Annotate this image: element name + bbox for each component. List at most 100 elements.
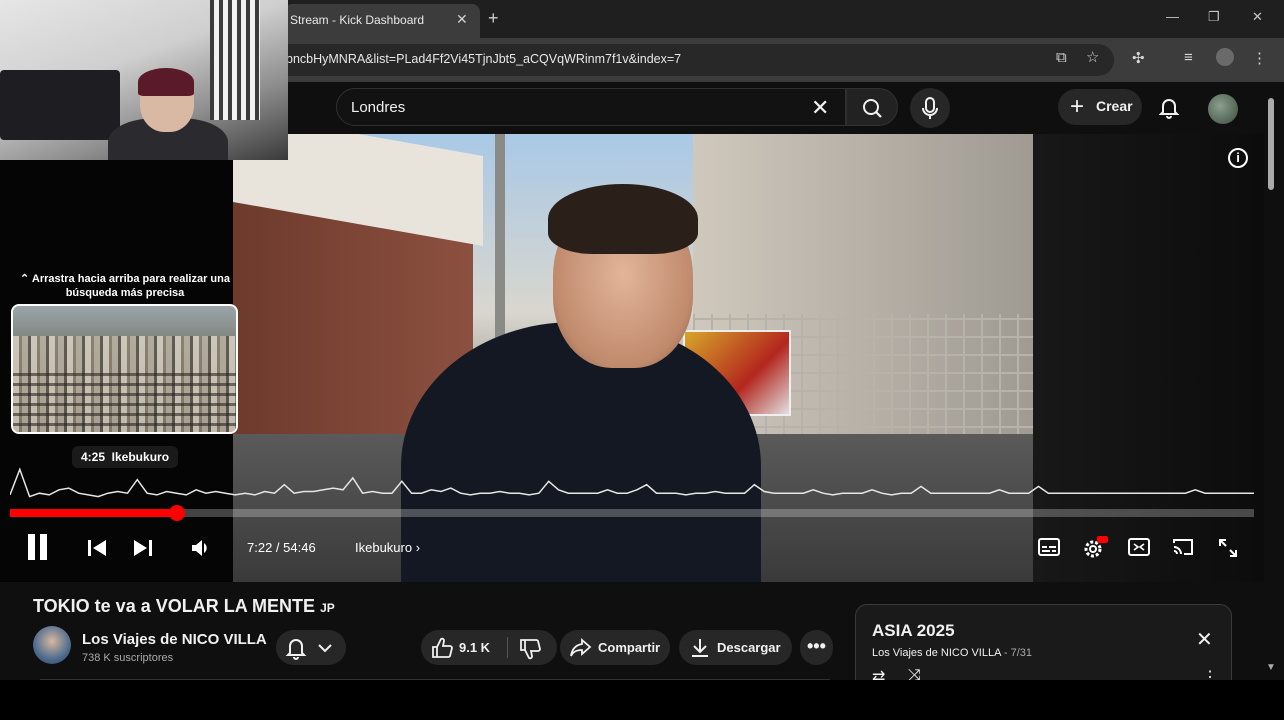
- info-icon[interactable]: i: [1228, 148, 1248, 168]
- webcam-overlay: [0, 0, 288, 160]
- like-divider: [507, 637, 508, 658]
- video-title-text: TOKIO te va a VOLAR LA MENTE: [33, 596, 316, 616]
- theater-icon: [1128, 538, 1150, 556]
- gear-icon: [1084, 536, 1108, 558]
- like-button[interactable]: 9.1 K: [421, 630, 507, 665]
- subscriber-count: 738 K suscriptores: [82, 652, 174, 664]
- download-icon: [692, 639, 708, 657]
- previous-button[interactable]: [86, 538, 108, 563]
- profile-icon[interactable]: [1216, 48, 1234, 66]
- more-horizontal-icon: •••: [807, 636, 826, 656]
- thumbs-down-icon: [520, 639, 541, 660]
- playlist-position: 7/31: [1010, 647, 1033, 659]
- media-control-icon[interactable]: ≡: [1184, 49, 1193, 66]
- bookmark-star-icon[interactable]: ☆: [1086, 48, 1099, 66]
- playlist-title[interactable]: ASIA 2025: [872, 621, 955, 641]
- more-actions-button[interactable]: •••: [800, 630, 833, 665]
- bell-icon: [1158, 99, 1180, 119]
- shuffle-icon[interactable]: ⤨: [908, 667, 921, 680]
- voice-search-button[interactable]: [910, 88, 950, 128]
- seek-preview-thumbnail: [11, 304, 238, 434]
- previous-icon: [88, 540, 106, 556]
- chapter-button[interactable]: Ikebukuro ›: [355, 540, 420, 555]
- extensions-icon[interactable]: ✣: [1132, 49, 1145, 67]
- like-dislike-group: 9.1 K: [421, 630, 557, 665]
- pause-icon: [28, 534, 47, 560]
- browser-menu-icon[interactable]: ⋮: [1252, 49, 1267, 67]
- page-scrollbar[interactable]: ▼: [1266, 96, 1276, 680]
- mute-button[interactable]: [190, 538, 212, 563]
- webcam-person-cap: [138, 68, 194, 96]
- notification-bell-button[interactable]: [276, 630, 346, 665]
- mic-icon: [922, 97, 938, 119]
- settings-button[interactable]: [1082, 536, 1108, 565]
- search-icon: [863, 99, 882, 118]
- progress-played: [10, 509, 178, 517]
- restore-icon[interactable]: ❐: [1208, 9, 1220, 25]
- fullscreen-button[interactable]: [1218, 538, 1238, 563]
- url-text: bncbHyMNRA&list=PLad4Ff2Vi45TjnJbt5_aCQV…: [286, 52, 682, 66]
- subtitles-icon: [1038, 538, 1060, 556]
- new-tab-icon[interactable]: +: [488, 8, 499, 29]
- clear-search-icon[interactable]: ✕: [811, 95, 829, 121]
- create-button[interactable]: + Crear: [1058, 89, 1142, 125]
- download-label: Descargar: [717, 640, 781, 655]
- chevron-right-icon: ›: [415, 540, 421, 555]
- share-button[interactable]: Compartir: [560, 630, 670, 665]
- bell-chevron-icon: [285, 639, 332, 660]
- thumbs-up-icon: [432, 637, 453, 658]
- flag-jp: JP: [320, 601, 335, 615]
- volume-icon: [192, 540, 207, 556]
- close-playlist-icon[interactable]: ✕: [1196, 627, 1213, 652]
- webcam-curtain: [210, 0, 260, 120]
- search-value: Londres: [351, 99, 406, 116]
- notifications-button[interactable]: [1156, 94, 1182, 120]
- chevron-up-icon: ⌃: [20, 273, 32, 285]
- cast-icon: [1173, 539, 1193, 555]
- account-avatar[interactable]: [1208, 94, 1238, 124]
- minimize-icon[interactable]: —: [1166, 9, 1179, 24]
- most-replayed-heatmap: [10, 467, 1254, 498]
- seek-hint: ⌃ Arrastra hacia arriba para realizar un…: [20, 272, 230, 300]
- playlist-channel[interactable]: Los Viajes de NICO VILLA: [872, 647, 1001, 659]
- presenter-hair: [548, 184, 698, 254]
- chapter-title: Ikebukuro: [355, 540, 413, 555]
- subtitles-button[interactable]: [1038, 538, 1060, 561]
- download-button[interactable]: Descargar: [679, 630, 792, 665]
- webcam-furniture: [0, 70, 120, 140]
- scrollbar-thumb[interactable]: [1268, 98, 1274, 190]
- install-app-icon[interactable]: ⧉: [1056, 49, 1067, 66]
- next-button[interactable]: [132, 538, 154, 563]
- progress-bar[interactable]: [10, 505, 1254, 521]
- theater-mode-button[interactable]: [1128, 538, 1150, 561]
- video-title: TOKIO te va a VOLAR LA MENTE JP: [33, 596, 335, 617]
- tab-close-icon[interactable]: ✕: [456, 11, 468, 28]
- pause-button[interactable]: [26, 532, 50, 567]
- video-player[interactable]: i ⌃ Arrastra hacia arriba para realizar …: [0, 134, 1264, 582]
- current-time: 7:22: [247, 540, 273, 555]
- share-icon: [570, 638, 592, 657]
- playlist-meta: Los Viajes de NICO VILLA - 7/31: [872, 647, 1032, 659]
- window-close-icon[interactable]: ✕: [1252, 9, 1263, 25]
- heatmap-line: [10, 467, 1254, 498]
- search-input[interactable]: Londres ✕: [336, 88, 846, 126]
- screen: Stream - Kick Dashboard ✕ + — ❐ ✕ bncbHy…: [0, 0, 1284, 680]
- channel-name[interactable]: Los Viajes de NICO VILLA: [82, 631, 267, 648]
- presenter-hoodie: [401, 322, 761, 582]
- create-label: Crear: [1096, 98, 1133, 114]
- seek-hint-text: Arrastra hacia arriba para realizar una …: [31, 273, 230, 299]
- loop-icon[interactable]: ⇄: [872, 667, 885, 680]
- time-display: 7:22 / 54:46: [247, 540, 316, 555]
- search-button[interactable]: [846, 88, 898, 126]
- dislike-button[interactable]: [509, 630, 557, 665]
- time-separator: /: [272, 540, 284, 555]
- tab-title: Stream - Kick Dashboard: [290, 13, 425, 27]
- browser-tab[interactable]: Stream - Kick Dashboard ✕: [284, 4, 480, 38]
- scroll-down-arrow-icon[interactable]: ▼: [1266, 662, 1276, 673]
- letterbox-bottom: [0, 680, 1284, 720]
- city-detail: [13, 366, 236, 432]
- cast-button[interactable]: [1172, 538, 1194, 561]
- playlist-menu-icon[interactable]: ⋮: [1202, 667, 1218, 680]
- channel-avatar[interactable]: [33, 626, 71, 664]
- share-label: Compartir: [598, 640, 661, 655]
